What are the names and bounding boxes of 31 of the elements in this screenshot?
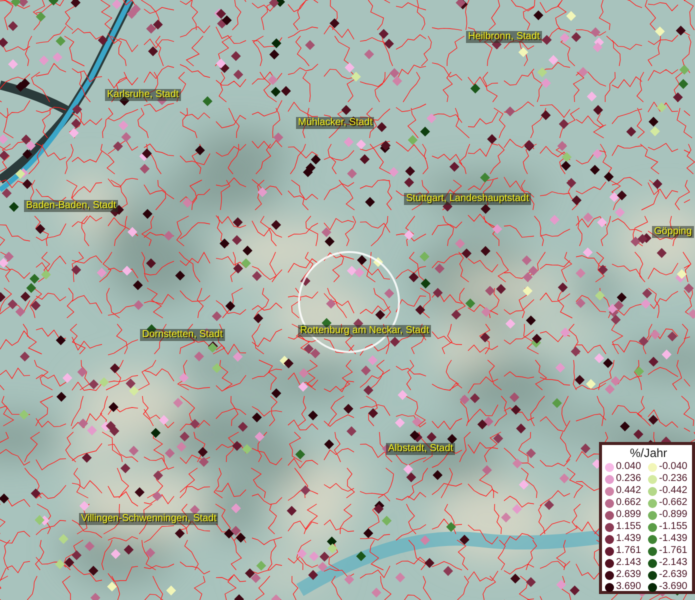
place-label: Baden-Baden, Stadt [24, 200, 118, 212]
legend-value: 0.442 [616, 485, 642, 497]
legend-value: 0.040 [616, 461, 642, 473]
legend-value: -0.662 [659, 497, 688, 509]
legend-value: 3.690 [616, 581, 642, 593]
place-label: Mühlacker, Stadt [296, 117, 374, 129]
legend-value: 0.236 [616, 473, 642, 485]
legend-value: -1.439 [659, 533, 688, 545]
legend-value: 2.143 [616, 557, 642, 569]
legend-value: -0.442 [659, 485, 688, 497]
legend-value: 1.155 [616, 521, 642, 533]
legend-value: -0.236 [659, 473, 688, 485]
legend-value: -0.040 [659, 461, 688, 473]
place-label: Stuttgart, Landeshauptstadt [404, 193, 531, 205]
legend-value: -1.155 [659, 521, 688, 533]
legend-value: -2.143 [659, 557, 688, 569]
legend-value: -0.899 [659, 509, 688, 521]
legend-value: 0.899 [616, 509, 642, 521]
place-label: Albstadt, Stadt [386, 443, 456, 455]
legend-value: -3.690 [659, 581, 688, 593]
legend-value: 1.439 [616, 533, 642, 545]
legend-value: 1.761 [616, 545, 642, 557]
place-label: Rottenburg am Neckar, Stadt [298, 325, 431, 337]
legend-value: 2.639 [616, 569, 642, 581]
place-label: Karlsruhe, Stadt [105, 89, 181, 101]
place-label: Dornstetten, Stadt [140, 329, 225, 341]
legend-value: 0.662 [616, 497, 642, 509]
legend-title: %/Jahr [628, 446, 668, 460]
place-label: Heilbronn, Stadt [466, 31, 542, 43]
legend-value: -2.639 [659, 569, 688, 581]
legend-value: -1.761 [659, 545, 688, 557]
